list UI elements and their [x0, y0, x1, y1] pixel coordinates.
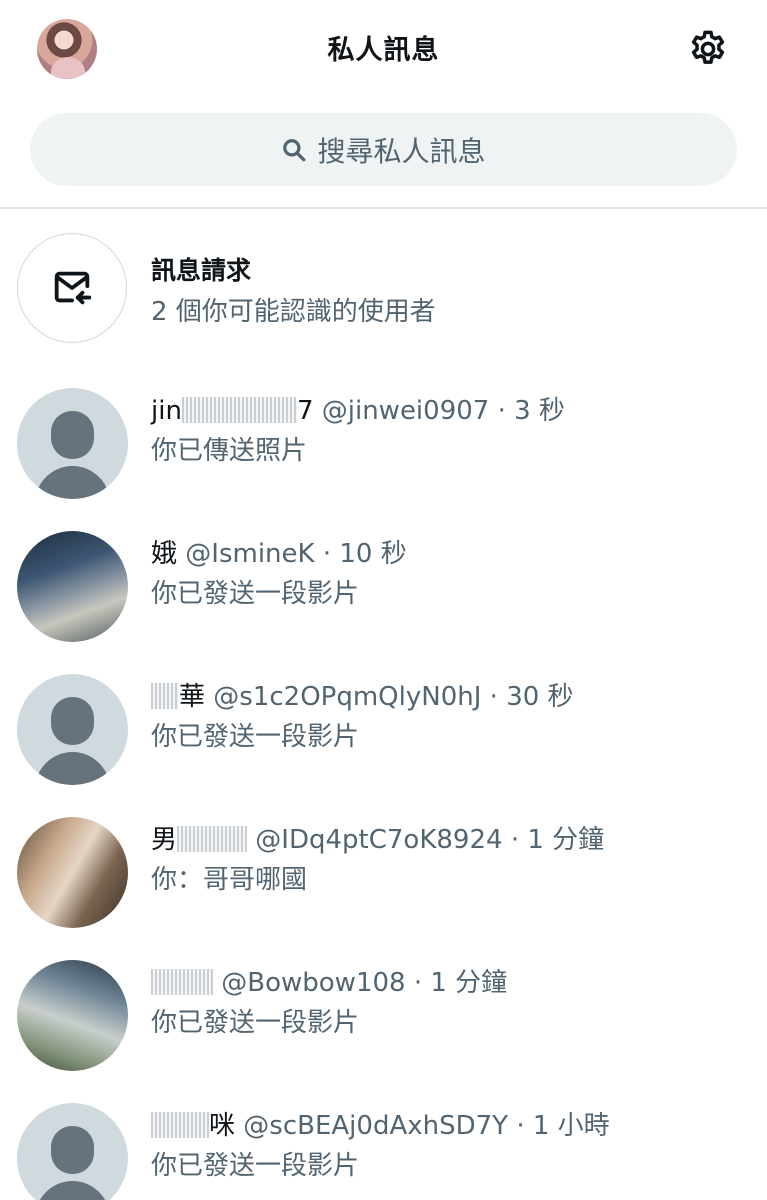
user-handle: @IDq4ptC7oK8924	[255, 825, 503, 855]
search-placeholder: 搜尋私人訊息	[317, 134, 486, 168]
conversation-header: 咪 @scBEAj0dAxhSD7Y · 1 小時	[151, 1105, 610, 1142]
conversation-header: @Bowbow108 · 1 分鐘	[151, 962, 507, 999]
message-preview: 你已發送一段影片	[151, 579, 360, 609]
user-name: jin	[151, 396, 182, 426]
default-avatar-icon	[17, 388, 128, 499]
message-preview: 你已發送一段影片	[151, 722, 360, 752]
message-requests-row[interactable]: 訊息請求 2 個你可能認識的使用者	[0, 230, 767, 345]
timestamp: · 30 秒	[489, 682, 574, 712]
search-icon	[283, 138, 306, 161]
user-avatar	[17, 531, 128, 642]
default-avatar-icon	[17, 674, 128, 785]
user-avatar	[17, 960, 128, 1071]
user-handle: @Bowbow108	[221, 968, 406, 998]
divider	[0, 207, 767, 209]
user-name-tail: 娥	[151, 539, 178, 569]
conversation-item[interactable]: 華 @s1c2OPqmQlyN0hJ · 30 秒 你已發送一段影片	[0, 674, 767, 814]
conversation-item[interactable]: @Bowbow108 · 1 分鐘 你已發送一段影片	[0, 960, 767, 1100]
conversation-item[interactable]: jin 7 @jinwei0907 · 3 秒 你已傳送照片	[0, 388, 767, 528]
timestamp: · 1 分鐘	[413, 968, 508, 998]
page-title: 私人訊息	[327, 35, 440, 66]
default-avatar-icon	[17, 1103, 128, 1200]
conversation-item[interactable]: 男 @IDq4ptC7oK8924 · 1 分鐘 你：哥哥哪國	[0, 817, 767, 957]
top-bar: 私人訊息	[0, 0, 767, 100]
user-handle: @IsmineK	[185, 539, 315, 569]
conversation-header: 娥 @IsmineK · 10 秒	[151, 533, 407, 570]
user-handle: @s1c2OPqmQlyN0hJ	[213, 682, 482, 712]
message-requests-badge	[17, 233, 127, 343]
gear-icon[interactable]	[687, 28, 729, 70]
message-requests-subtitle: 2 個你可能認識的使用者	[151, 297, 436, 327]
conversation-item[interactable]: 咪 @scBEAj0dAxhSD7Y · 1 小時 你已發送一段影片	[0, 1103, 767, 1200]
conversation-header: 華 @s1c2OPqmQlyN0hJ · 30 秒	[151, 676, 574, 713]
message-preview: 你已發送一段影片	[151, 1008, 360, 1038]
mail-request-icon	[54, 271, 92, 305]
user-name-tail: 男	[151, 825, 178, 855]
message-preview: 你：哥哥哪國	[151, 865, 308, 895]
timestamp: · 3 秒	[497, 396, 565, 426]
timestamp: · 1 小時	[516, 1111, 610, 1141]
redacted-name	[181, 397, 297, 423]
redacted-name	[151, 683, 179, 709]
search-input[interactable]: 搜尋私人訊息	[30, 113, 737, 186]
conversation-header: jin 7 @jinwei0907 · 3 秒	[151, 390, 565, 427]
user-handle: @scBEAj0dAxhSD7Y	[243, 1111, 509, 1141]
user-name-tail: 咪	[209, 1111, 236, 1141]
timestamp: · 10 秒	[322, 539, 407, 569]
user-handle: @jinwei0907	[321, 396, 490, 426]
conversation-header: 男 @IDq4ptC7oK8924 · 1 分鐘	[151, 819, 604, 856]
conversation-item[interactable]: 娥 @IsmineK · 10 秒 你已發送一段影片	[0, 531, 767, 671]
redacted-name	[177, 826, 248, 852]
message-preview: 你已發送一段影片	[151, 1151, 360, 1181]
message-preview: 你已傳送照片	[151, 436, 308, 466]
user-name-tail: 華	[179, 682, 206, 712]
user-avatar	[17, 817, 128, 928]
redacted-name	[151, 969, 213, 995]
message-requests-title: 訊息請求	[151, 256, 252, 285]
user-name-tail: 7	[296, 396, 314, 426]
timestamp: · 1 分鐘	[510, 825, 605, 855]
redacted-name	[151, 1112, 209, 1138]
